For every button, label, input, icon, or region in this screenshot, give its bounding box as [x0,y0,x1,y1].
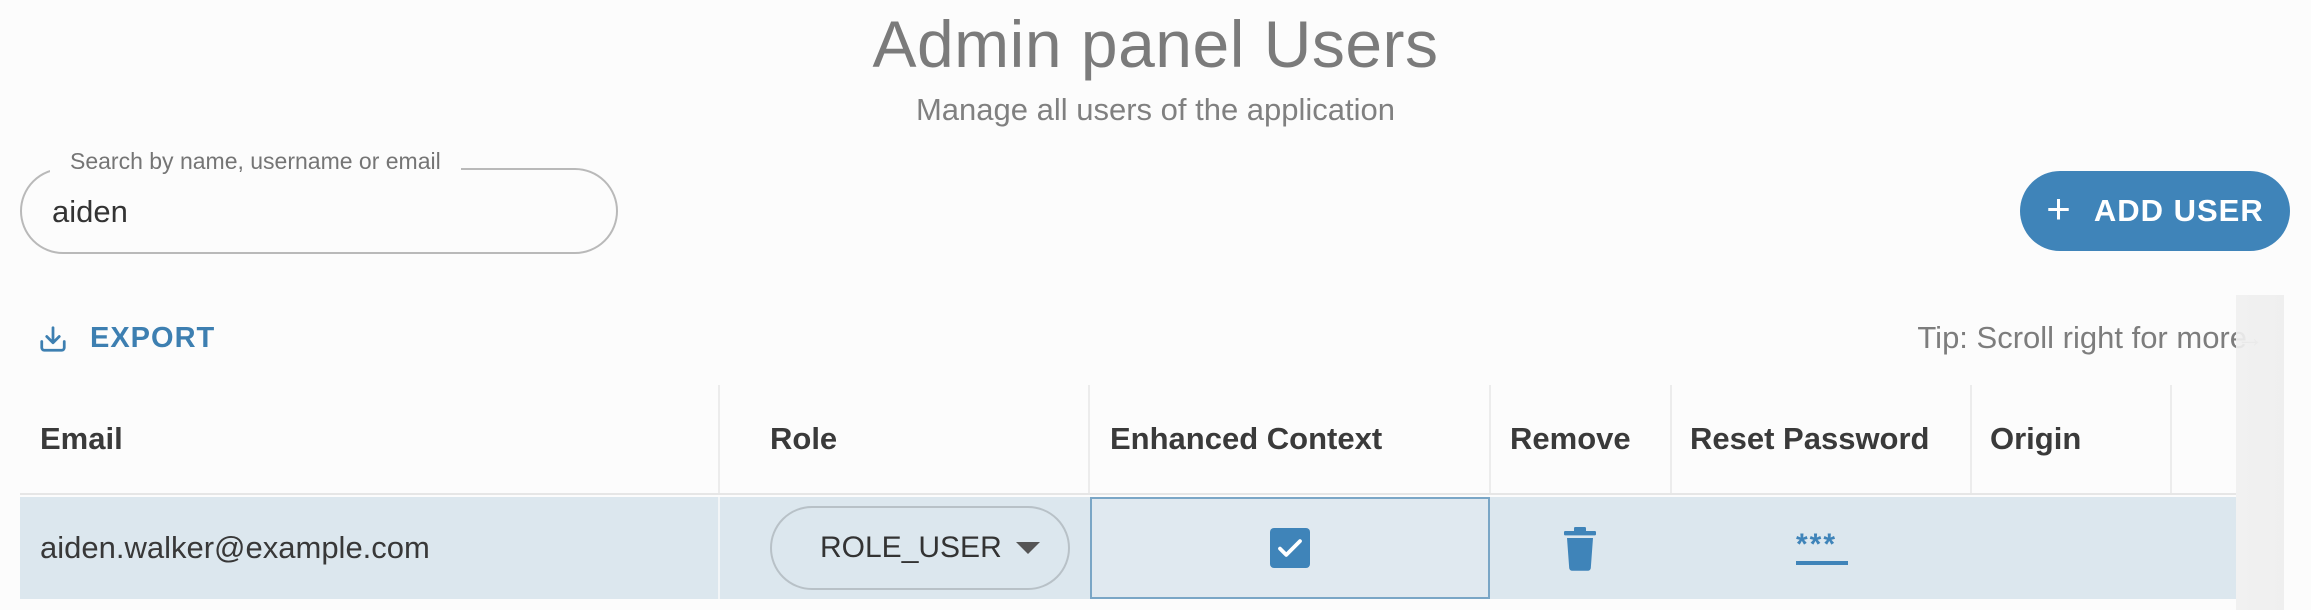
add-user-label: ADD USER [2093,193,2264,228]
column-header-origin[interactable]: Origin [1970,385,2170,493]
page-subtitle: Manage all users of the application [915,92,1396,127]
export-label: EXPORT [90,322,216,354]
remove-user-button[interactable] [1562,527,1598,576]
column-header-role[interactable]: Role [750,385,1090,493]
enhanced-context-checkbox[interactable] [1270,528,1310,568]
horizontal-scroll-fade [2236,295,2284,610]
origin-cell [1970,497,2170,599]
enhanced-context-cell[interactable] [1090,497,1490,599]
plus-icon: + [2046,185,2072,232]
column-header-remove[interactable]: Remove [1490,385,1670,493]
chevron-down-icon [1016,542,1040,554]
column-header-email[interactable]: Email [20,385,720,493]
trash-icon [1564,527,1596,571]
role-value: ROLE_USER [820,531,1002,564]
column-header-reset-password[interactable]: Reset Password [1670,385,1970,493]
table-header: Email Role Enhanced Context Remove Reset… [20,385,2236,495]
search-label: Search by name, username or email [50,148,461,175]
password-mask-icon: *** [1796,528,1838,561]
search-input[interactable] [52,190,582,234]
role-select[interactable]: ROLE_USER [770,506,1070,590]
scroll-tip: Tip: Scroll right for more [1917,320,2247,355]
add-user-button[interactable]: + ADD USER [2020,171,2290,251]
reset-password-button[interactable]: *** [1796,528,1848,565]
search-field[interactable]: Search by name, username or email [20,148,618,254]
password-underline [1796,561,1848,565]
column-divider [2170,385,2172,493]
download-icon [40,325,66,352]
export-button[interactable]: EXPORT [38,322,215,355]
users-table: Email Role Enhanced Context Remove Reset… [20,385,2236,600]
email-cell: aiden.walker@example.com [20,497,720,599]
checkmark-icon [1278,539,1302,557]
admin-users-page: Admin panel Users Manage all users of th… [0,0,2311,610]
column-header-enhanced-context[interactable]: Enhanced Context [1090,385,1510,493]
column-divider [718,385,720,493]
user-email: aiden.walker@example.com [40,530,430,565]
page-title: Admin panel Users [872,7,1439,81]
